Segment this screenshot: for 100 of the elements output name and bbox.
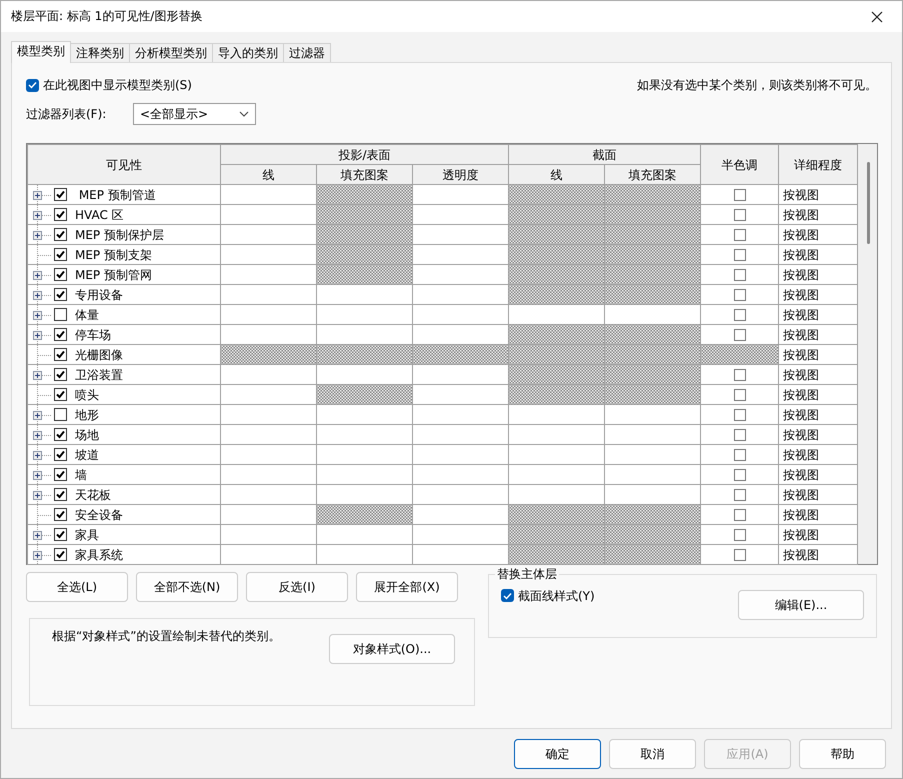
checkbox[interactable] bbox=[734, 489, 746, 502]
checkbox[interactable] bbox=[734, 289, 746, 302]
checkbox[interactable] bbox=[734, 329, 746, 342]
category-name: 专用设备 bbox=[75, 288, 123, 302]
checkbox[interactable] bbox=[54, 348, 67, 362]
column-header: 截面 bbox=[508, 144, 701, 165]
category-name: 家具 bbox=[75, 528, 99, 542]
expand-icon[interactable] bbox=[33, 551, 42, 560]
checkbox[interactable] bbox=[734, 369, 746, 382]
checkbox[interactable] bbox=[734, 449, 746, 462]
expand-icon[interactable] bbox=[33, 371, 42, 380]
checkbox[interactable] bbox=[54, 528, 67, 542]
category-name: 光栅图像 bbox=[75, 348, 123, 362]
checkbox[interactable] bbox=[734, 409, 746, 422]
checkbox[interactable] bbox=[54, 368, 67, 382]
expand-icon[interactable] bbox=[33, 271, 42, 280]
action-button[interactable]: 全部不选(N) bbox=[136, 572, 238, 602]
tab[interactable]: 模型类别 bbox=[11, 41, 71, 63]
edit-button[interactable]: 编辑(E)... bbox=[738, 590, 864, 620]
category-name: 安全设备 bbox=[75, 508, 123, 522]
dialog-button[interactable]: 帮助 bbox=[799, 739, 886, 769]
expand-icon[interactable] bbox=[33, 291, 42, 300]
expand-icon[interactable] bbox=[33, 311, 42, 320]
category-name: 停车场 bbox=[75, 328, 111, 342]
checkbox[interactable] bbox=[54, 408, 67, 422]
expand-icon[interactable] bbox=[33, 331, 42, 340]
checkbox[interactable] bbox=[54, 188, 67, 202]
expand-icon[interactable] bbox=[33, 411, 42, 420]
column-header: 半色调 bbox=[700, 144, 779, 185]
checkbox[interactable] bbox=[734, 549, 746, 562]
checkbox[interactable] bbox=[54, 308, 67, 322]
checkbox[interactable] bbox=[54, 268, 67, 282]
checkbox[interactable] bbox=[734, 269, 746, 282]
table-cell: 按视图 bbox=[778, 364, 858, 385]
checkbox[interactable] bbox=[54, 208, 67, 222]
dialog-button[interactable]: 取消 bbox=[609, 739, 696, 769]
action-button[interactable]: 反选(I) bbox=[246, 572, 348, 602]
category-name: MEP 预制保护层 bbox=[75, 228, 164, 242]
action-button[interactable]: 全选(L) bbox=[26, 572, 128, 602]
checkbox[interactable] bbox=[54, 388, 67, 402]
table-cell: 按视图 bbox=[778, 384, 858, 405]
scrollbar[interactable] bbox=[858, 144, 877, 564]
table-cell: 按视图 bbox=[778, 184, 858, 205]
expand-icon[interactable] bbox=[33, 211, 42, 220]
expand-icon[interactable] bbox=[33, 471, 42, 480]
column-header: 填充图案 bbox=[316, 164, 412, 185]
expand-icon[interactable] bbox=[33, 231, 42, 240]
checkbox[interactable] bbox=[54, 488, 67, 502]
checkbox[interactable] bbox=[734, 509, 746, 522]
category-name: MEP 预制管道 bbox=[78, 188, 156, 202]
checkbox[interactable] bbox=[54, 248, 67, 262]
expand-icon[interactable] bbox=[33, 191, 42, 200]
object-styles-button[interactable]: 对象样式(O)... bbox=[329, 634, 455, 664]
checkbox[interactable] bbox=[734, 529, 746, 542]
checkbox[interactable] bbox=[734, 429, 746, 442]
checkbox[interactable] bbox=[734, 309, 746, 322]
table-cell: 按视图 bbox=[778, 424, 858, 445]
checkbox[interactable] bbox=[734, 389, 746, 402]
close-icon[interactable] bbox=[871, 10, 883, 22]
checkbox[interactable] bbox=[54, 328, 67, 342]
checkbox[interactable] bbox=[734, 249, 746, 262]
category-name: 天花板 bbox=[75, 488, 111, 502]
checkbox[interactable] bbox=[734, 229, 746, 242]
caret-icon bbox=[239, 111, 249, 118]
table-cell: 按视图 bbox=[778, 404, 858, 425]
scroll-thumb[interactable] bbox=[867, 162, 870, 244]
expand-icon[interactable] bbox=[33, 431, 42, 440]
checkbox[interactable] bbox=[26, 78, 39, 92]
expand-icon[interactable] bbox=[33, 491, 42, 500]
table-cell: 按视图 bbox=[778, 504, 858, 525]
category-name: 喷头 bbox=[75, 388, 99, 402]
checkbox[interactable] bbox=[54, 428, 67, 442]
checkbox[interactable] bbox=[54, 288, 67, 302]
dialog-button[interactable]: 确定 bbox=[514, 739, 601, 769]
checkbox[interactable] bbox=[54, 468, 67, 482]
table-cell: 按视图 bbox=[778, 244, 858, 265]
filter-dropdown[interactable]: <全部显示> bbox=[133, 103, 256, 126]
column-header: 填充图案 bbox=[604, 164, 701, 185]
table-cell: 按视图 bbox=[778, 224, 858, 245]
info-text: 如果没有选中某个类别，则该类别将不可见。 bbox=[637, 78, 877, 92]
expand-icon[interactable] bbox=[33, 451, 42, 460]
table-cell: 按视图 bbox=[778, 544, 858, 565]
checkbox[interactable] bbox=[734, 469, 746, 482]
table-cell: 按视图 bbox=[778, 284, 858, 305]
checkbox[interactable] bbox=[501, 589, 514, 602]
tab[interactable]: 过滤器 bbox=[283, 43, 331, 63]
table-cell: 按视图 bbox=[778, 304, 858, 325]
checkbox[interactable] bbox=[734, 209, 746, 222]
column-header: 详细程度 bbox=[778, 144, 858, 185]
expand-icon[interactable] bbox=[33, 531, 42, 540]
checkbox[interactable] bbox=[54, 508, 67, 522]
checkbox[interactable] bbox=[54, 228, 67, 242]
column-header: 投影/表面 bbox=[220, 144, 509, 165]
category-name: 体量 bbox=[75, 308, 99, 322]
checkbox[interactable] bbox=[54, 448, 67, 462]
action-button[interactable]: 展开全部(X) bbox=[356, 572, 458, 602]
checkbox[interactable] bbox=[734, 189, 746, 202]
checkbox[interactable] bbox=[54, 548, 67, 562]
filter-label: 过滤器列表(F): bbox=[26, 107, 108, 122]
category-name: 场地 bbox=[75, 428, 99, 442]
